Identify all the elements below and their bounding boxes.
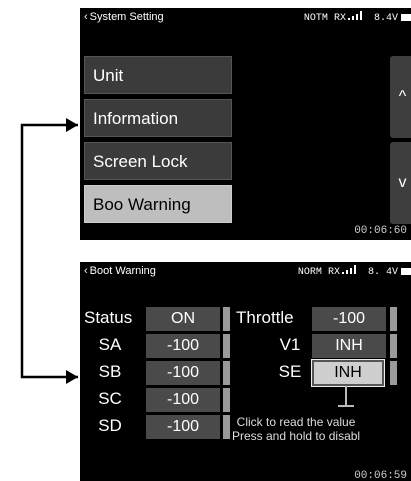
status-indicators: NORM RX 8. 4V <box>298 265 411 278</box>
menu-item-screen-lock[interactable]: Screen Lock <box>84 142 232 180</box>
rx-label: RX <box>333 13 346 24</box>
rx-label: RX <box>327 267 340 278</box>
hint-text: Click to read the value Press and hold t… <box>232 415 360 443</box>
se-level-bar <box>390 361 397 385</box>
sc-level-bar <box>223 388 230 412</box>
voltage-readout: 8. 4V <box>367 267 398 278</box>
menu-item-boot-warning[interactable]: Boo Warning <box>84 185 232 223</box>
throttle-value[interactable]: -100 <box>312 307 386 331</box>
screen-title-text: Boot Warning <box>89 265 156 277</box>
scroll-up-button[interactable]: ^ <box>390 56 411 138</box>
battery-icon <box>401 13 411 21</box>
sc-value[interactable]: -100 <box>146 388 220 412</box>
chevron-down-icon: v <box>398 174 407 191</box>
boot-warning-screen: ‹ Boot Warning NORM RX 8. 4V Status ON SA… <box>80 262 411 481</box>
sd-label: SD <box>98 416 122 435</box>
status-level-bar <box>223 307 230 331</box>
signal-icon <box>347 11 366 20</box>
throttle-label: Throttle <box>236 308 294 327</box>
timer-readout: 00:06:59 <box>354 470 407 481</box>
back-chevron-icon[interactable]: ‹ <box>84 265 88 277</box>
sa-value[interactable]: -100 <box>146 334 220 358</box>
v1-label: V1 <box>279 335 301 354</box>
screen-title-text: System Setting <box>89 11 164 23</box>
voltage-readout: 8.4V <box>373 13 398 24</box>
battery-icon <box>401 267 411 275</box>
mode-indicator: NOTM <box>303 13 328 24</box>
status-bar: ‹ System Setting NOTM RX 8.4V <box>80 8 411 28</box>
sb-level-bar <box>223 361 230 385</box>
sb-label: SB <box>98 362 122 381</box>
sb-value[interactable]: -100 <box>146 361 220 385</box>
se-label: SE <box>278 362 302 381</box>
chevron-up-icon: ^ <box>398 88 407 105</box>
hint-line-1: Click to read the value <box>236 415 356 429</box>
status-bar: ‹ Boot Warning NORM RX 8. 4V <box>80 262 411 282</box>
tooltip-pointer-icon <box>338 386 354 407</box>
timer-readout: 00:06:60 <box>354 225 407 237</box>
status-value[interactable]: ON <box>146 307 220 331</box>
screen-title[interactable]: ‹ Boot Warning <box>84 265 156 277</box>
menu-item-unit[interactable]: Unit <box>84 56 232 94</box>
status-label: Status <box>84 308 133 327</box>
back-chevron-icon[interactable]: ‹ <box>84 11 88 23</box>
throttle-level-bar <box>390 307 397 331</box>
mode-indicator: NORM <box>297 267 322 278</box>
status-indicators: NOTM RX 8.4V <box>304 11 411 24</box>
sa-level-bar <box>223 334 230 358</box>
sc-label: SC <box>98 389 122 408</box>
signal-icon <box>341 265 360 274</box>
scroll-down-button[interactable]: v <box>390 142 411 224</box>
menu-item-information[interactable]: Information <box>84 99 232 137</box>
sd-level-bar <box>223 415 230 439</box>
hint-line-2: Press and hold to disabl <box>232 429 361 443</box>
sa-label: SA <box>98 335 122 354</box>
screen-title[interactable]: ‹ System Setting <box>84 11 164 23</box>
system-setting-screen: ‹ System Setting NOTM RX 8.4V Unit Inform… <box>80 8 411 240</box>
se-value-focused[interactable]: INH <box>311 359 385 387</box>
v1-value[interactable]: INH <box>312 334 386 358</box>
sd-value[interactable]: -100 <box>146 415 220 439</box>
v1-level-bar <box>390 334 397 358</box>
